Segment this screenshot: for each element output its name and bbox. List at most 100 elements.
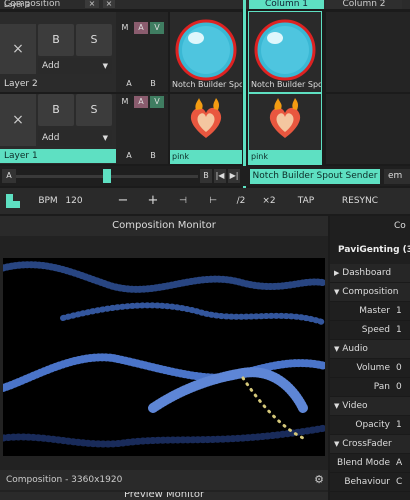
layer-2-clip-1-name: Notch Builder Spou <box>172 80 242 89</box>
bpm-increase-button[interactable]: + <box>140 188 166 214</box>
layer-2-a-button[interactable]: A <box>118 78 140 90</box>
layer-1-clip-1[interactable]: pink <box>170 94 242 164</box>
layer-3-label-partial: Layer 3 <box>4 2 31 9</box>
layer-2-add-dropdown[interactable]: Add ▼ <box>38 58 112 74</box>
behaviour-row[interactable]: Behaviour C <box>330 473 410 492</box>
layer-2-clip-2[interactable]: Notch Builder Spou <box>248 11 322 93</box>
speed-label: Speed <box>361 325 390 335</box>
dashboard-section[interactable]: ▶ Dashboard <box>330 264 410 283</box>
master-row[interactable]: Master 1 <box>330 302 410 321</box>
layer-1-mask-toggle[interactable]: M <box>118 96 132 108</box>
layer-2-add-label: Add <box>42 61 60 71</box>
layer-3-clear-button[interactable]: × <box>85 0 99 8</box>
opacity-label: Opacity <box>355 420 390 430</box>
crossfade-b-button[interactable]: B <box>200 169 212 183</box>
layer-2-audio-toggle[interactable]: A <box>134 22 148 34</box>
composition-resolution-label: Composition - 3360x1920 <box>6 475 123 485</box>
volume-row[interactable]: Volume 0 <box>330 359 410 378</box>
preview-monitor-title: Preview Monitor <box>123 492 205 500</box>
layer-2-clear-button[interactable]: × <box>0 24 36 74</box>
nudge-left-button[interactable]: ⊣ <box>170 188 196 214</box>
bpm-decrease-button[interactable]: − <box>110 188 136 214</box>
composition-section-title: Composition <box>342 287 399 297</box>
layer-2-video-toggle[interactable]: V <box>150 22 164 34</box>
master-label: Master <box>359 306 390 316</box>
layer-3-x-button[interactable]: × <box>103 0 115 8</box>
column-1-divider <box>243 0 246 188</box>
volume-label: Volume <box>356 363 390 373</box>
bpm-double-button[interactable]: ×2 <box>256 188 282 214</box>
crossfader-handle[interactable] <box>103 169 111 183</box>
video-section[interactable]: ▼ Video <box>330 397 410 416</box>
composition-section[interactable]: ▼ Composition <box>330 283 410 302</box>
pan-label: Pan <box>373 382 390 392</box>
layer-2-bypass-button[interactable]: B <box>38 24 74 56</box>
audio-section-title: Audio <box>342 344 368 354</box>
flaming-heart-thumbnail-icon <box>190 98 222 138</box>
speed-row[interactable]: Speed 1 <box>330 321 410 340</box>
gear-icon[interactable]: ⚙ <box>312 473 326 487</box>
pan-value[interactable]: 0 <box>396 382 402 392</box>
layer-2-empty-clip[interactable] <box>326 12 410 92</box>
layer-1-b-button[interactable]: B <box>142 150 164 162</box>
bpm-half-button[interactable]: /2 <box>228 188 254 214</box>
layer-1-empty-clip[interactable] <box>326 94 410 164</box>
column-1-header[interactable]: Column 1 <box>249 0 324 9</box>
video-section-title: Video <box>342 401 368 411</box>
layer-2-clip-2-name: Notch Builder Spou <box>251 80 321 89</box>
layer-1-clip-2[interactable]: pink <box>248 93 322 165</box>
layer-1-clip-1-name: pink <box>170 150 242 164</box>
blend-mode-value[interactable]: A <box>396 458 402 468</box>
composition-preview-canvas[interactable] <box>3 258 325 456</box>
layer-1-add-dropdown[interactable]: Add ▼ <box>38 130 112 146</box>
tempo-metronome-icon[interactable] <box>6 194 20 208</box>
dashboard-section-title: Dashboard <box>342 268 392 278</box>
particle-preview-image <box>3 261 325 448</box>
layer-1-a-button[interactable]: A <box>118 150 140 162</box>
layer-1-audio-toggle[interactable]: A <box>134 96 148 108</box>
crossfader-section[interactable]: ▼ CrossFader <box>330 435 410 454</box>
layer-2-label[interactable]: Layer 2 <box>0 78 116 90</box>
layer-1-bypass-button[interactable]: B <box>38 94 74 126</box>
layer-1-add-label: Add <box>42 133 60 143</box>
bubble-thumbnail-icon <box>254 19 316 81</box>
deck-tab-active[interactable]: Notch Builder Spout Sender <box>250 169 380 184</box>
layer-2-solo-button[interactable]: S <box>76 24 112 56</box>
deck-next-button[interactable]: ▶| <box>228 169 240 183</box>
opacity-value[interactable]: 1 <box>396 420 402 430</box>
composition-monitor-title: Composition Monitor <box>0 216 328 236</box>
layer-2-clip-1[interactable]: Notch Builder Spou <box>170 12 242 92</box>
deck-tab-partial[interactable]: em <box>384 169 410 184</box>
flaming-heart-thumbnail-icon <box>269 98 301 138</box>
resync-button[interactable]: RESYNC <box>334 188 386 214</box>
crossfader-section-title: CrossFader <box>342 439 392 449</box>
opacity-row[interactable]: Opacity 1 <box>330 416 410 435</box>
layer-2-mask-toggle[interactable]: M <box>118 22 132 34</box>
layer-1-video-toggle[interactable]: V <box>150 96 164 108</box>
layer-1-solo-button[interactable]: S <box>76 94 112 126</box>
composition-name: PaviGenting (33 <box>338 245 410 255</box>
bpm-value[interactable]: 120 <box>62 188 86 214</box>
behaviour-value[interactable]: C <box>396 477 402 487</box>
volume-value[interactable]: 0 <box>396 363 402 373</box>
audio-section[interactable]: ▼ Audio <box>330 340 410 359</box>
blend-mode-label: Blend Mode <box>336 458 390 468</box>
layer-2-b-button[interactable]: B <box>142 78 164 90</box>
layer-1-clear-button[interactable]: × <box>0 94 36 146</box>
deck-prev-button[interactable]: |◀ <box>214 169 226 183</box>
bpm-label: BPM <box>38 196 58 206</box>
behaviour-label: Behaviour <box>344 477 390 487</box>
chevron-down-icon: ▼ <box>102 134 108 142</box>
crossfade-a-button[interactable]: A <box>2 169 16 183</box>
speed-value[interactable]: 1 <box>396 325 402 335</box>
properties-header-partial: Co <box>394 221 406 231</box>
blend-mode-row[interactable]: Blend Mode A <box>330 454 410 473</box>
layer-1-clip-2-name: pink <box>249 150 321 164</box>
nudge-right-button[interactable]: ⊢ <box>200 188 226 214</box>
chevron-down-icon: ▼ <box>102 62 108 70</box>
pan-row[interactable]: Pan 0 <box>330 378 410 397</box>
master-value[interactable]: 1 <box>396 306 402 316</box>
tap-button[interactable]: TAP <box>288 188 324 214</box>
layer-1-label[interactable]: Layer 1 <box>0 149 116 163</box>
column-2-header[interactable]: Column 2 <box>326 0 402 9</box>
